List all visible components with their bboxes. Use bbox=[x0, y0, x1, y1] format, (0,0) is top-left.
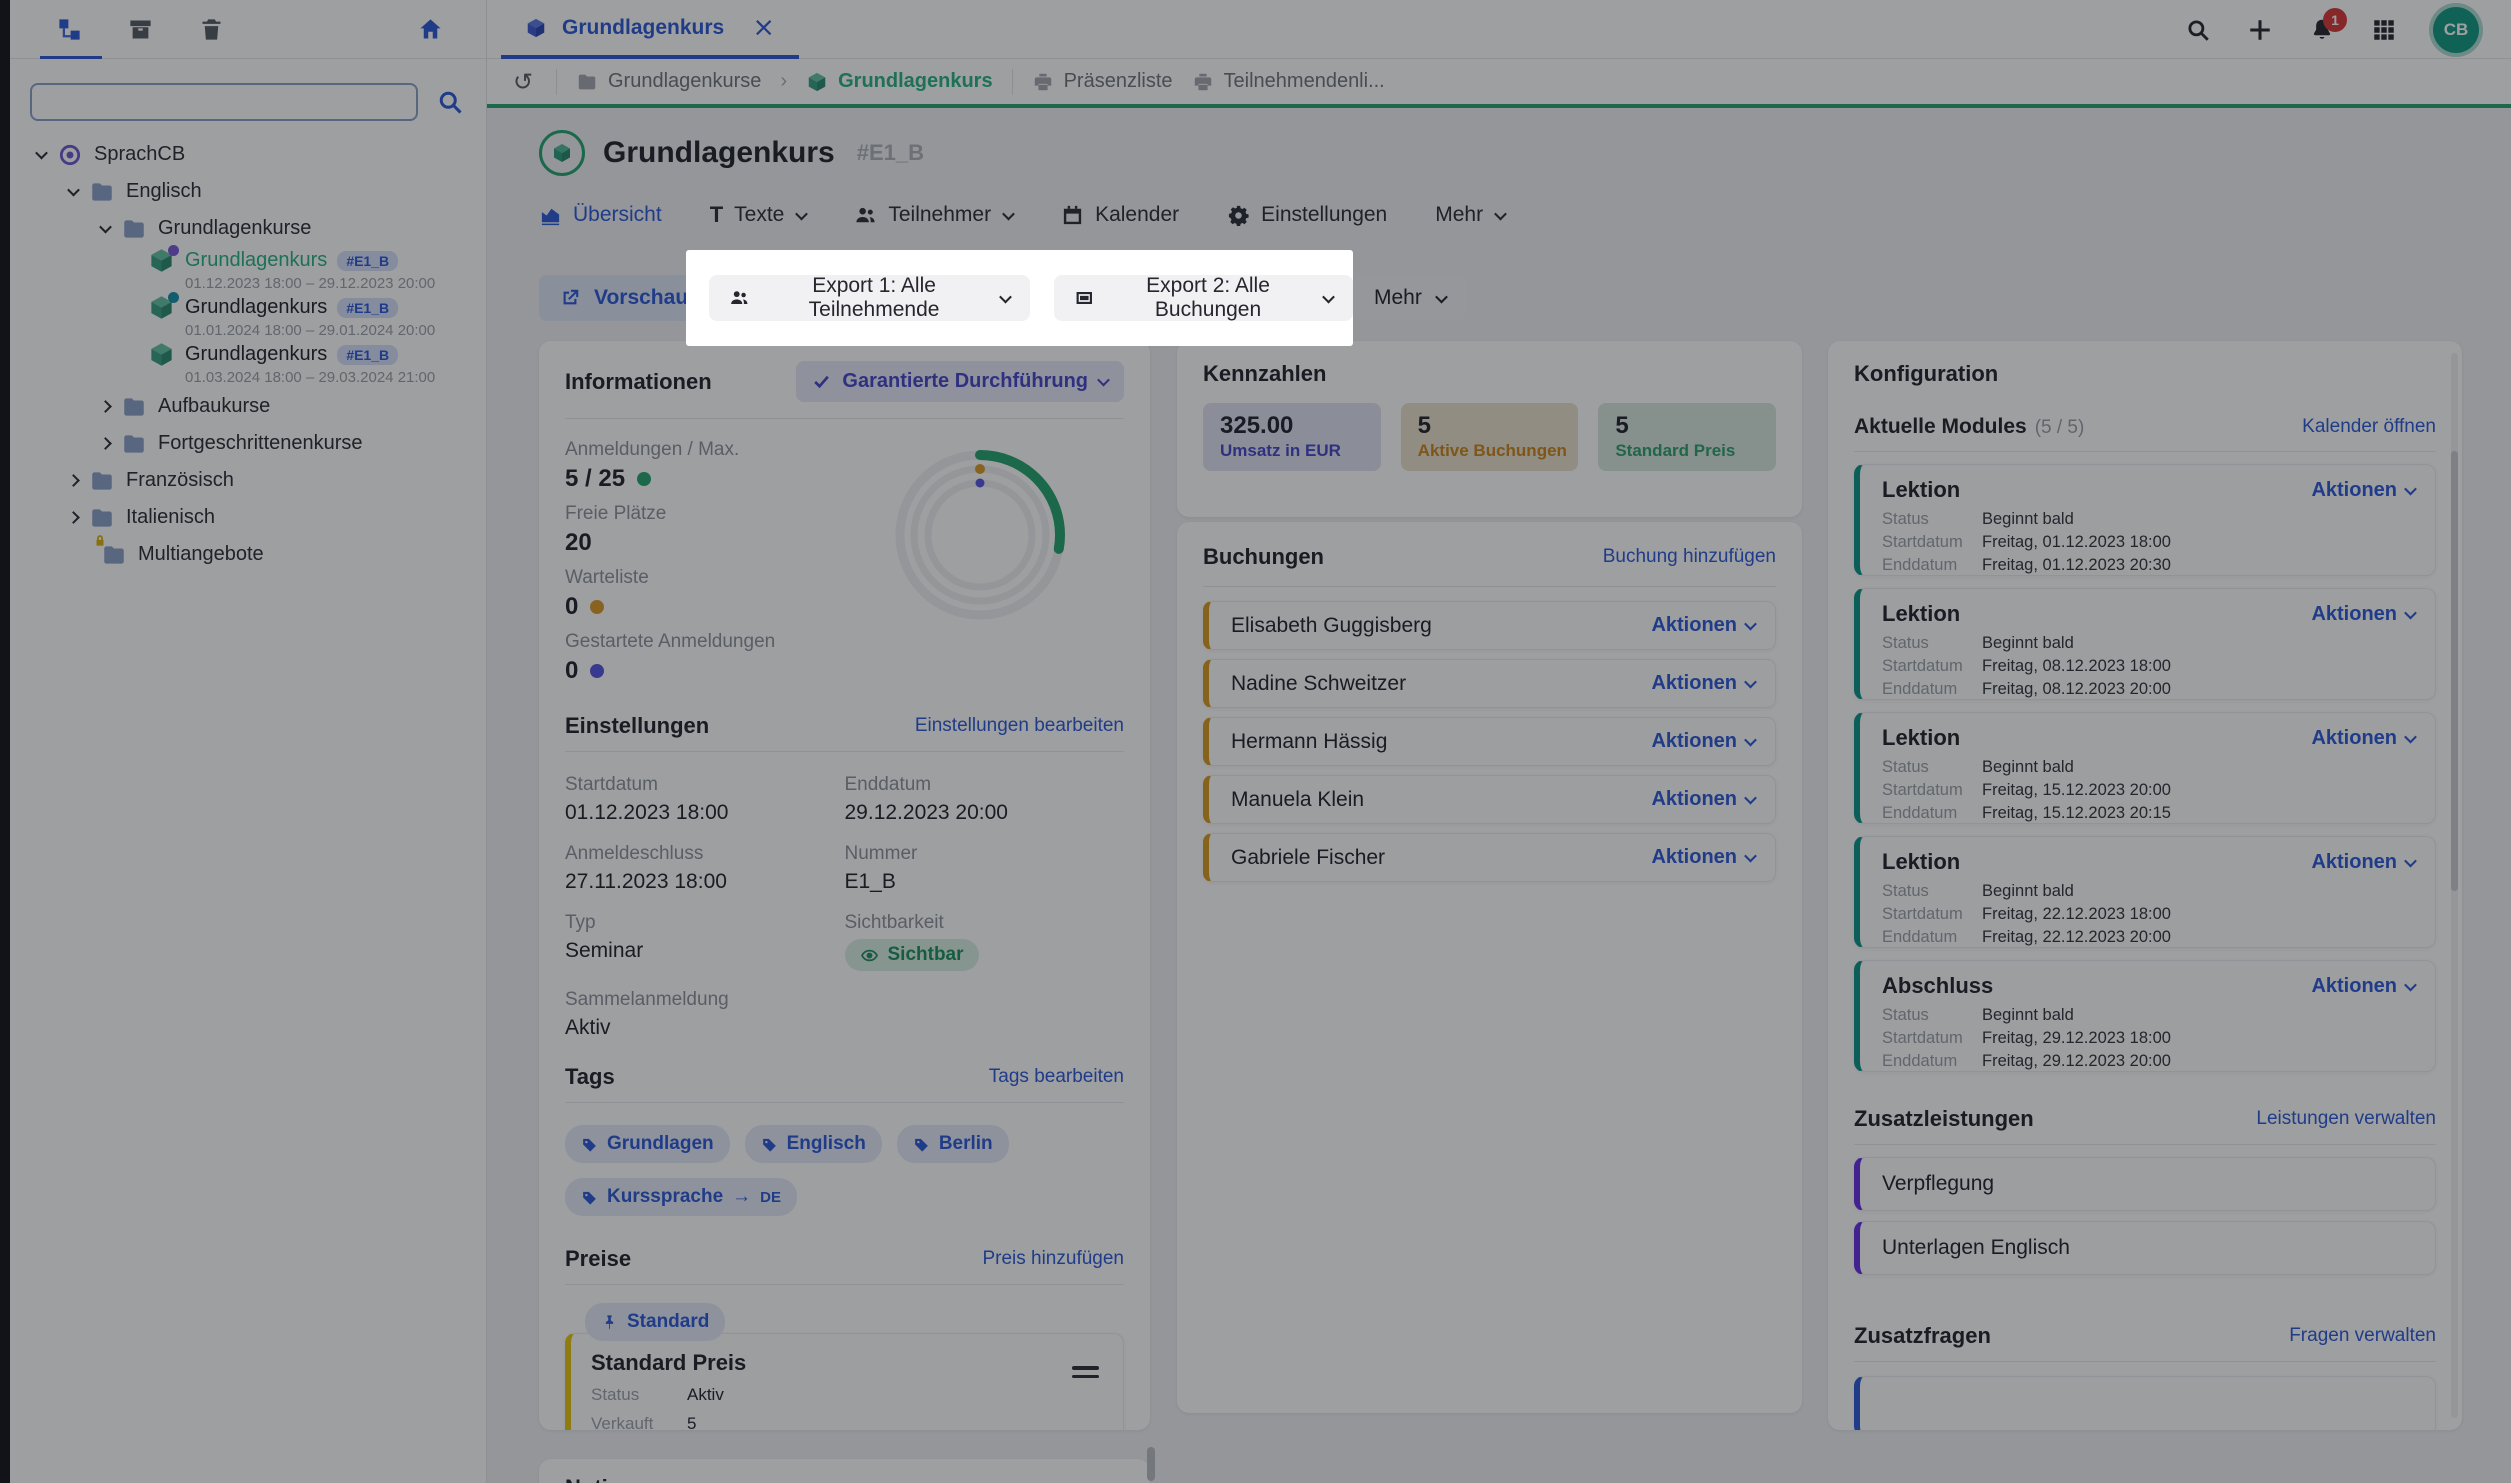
export-bookings-label: Export 2: Alle Buchungen bbox=[1107, 274, 1309, 322]
chevron-down-icon bbox=[1322, 290, 1335, 303]
export-bookings-button[interactable]: Export 2: Alle Buchungen bbox=[1054, 275, 1353, 321]
chevron-down-icon bbox=[999, 290, 1012, 303]
app-window: SprachCB Englisch Grundlagenkurse Grun bbox=[0, 0, 2511, 1483]
export-participants-icon bbox=[729, 286, 750, 310]
tour-spotlight: Export 1: Alle Teilnehmende Export 2: Al… bbox=[686, 250, 1353, 346]
dim-overlay bbox=[0, 0, 2511, 1483]
export-participants-button[interactable]: Export 1: Alle Teilnehmende bbox=[709, 275, 1030, 321]
export-bookings-icon bbox=[1074, 286, 1095, 310]
export-participants-label: Export 1: Alle Teilnehmende bbox=[763, 274, 986, 322]
